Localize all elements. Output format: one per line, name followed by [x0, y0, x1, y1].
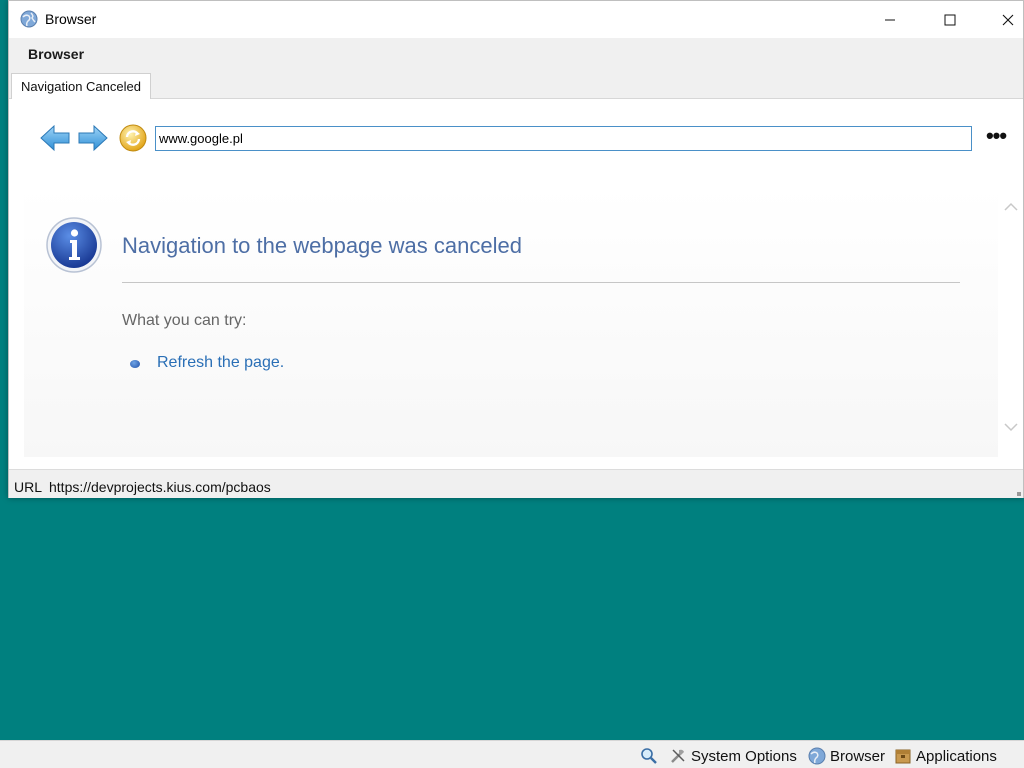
- tools-icon: [671, 749, 685, 763]
- chevron-up-icon[interactable]: [1003, 199, 1019, 215]
- taskbar-system-options-label: System Options: [691, 747, 797, 765]
- tab-navigation-canceled[interactable]: Navigation Canceled: [11, 73, 151, 100]
- refresh-icon: [119, 124, 147, 152]
- taskbar: System Options Browser Applications: [0, 740, 1024, 768]
- app-header: Browser: [9, 38, 1023, 70]
- taskbar-applications[interactable]: Applications: [894, 746, 997, 766]
- taskbar-search[interactable]: [640, 746, 662, 766]
- more-options-button[interactable]: •••: [979, 125, 1013, 151]
- minimize-icon: [885, 19, 895, 20]
- arrow-right-icon: [78, 124, 108, 152]
- navigation-toolbar: •••: [9, 99, 1023, 181]
- browser-window: Browser Browser Navigation Canceled www.…: [8, 0, 1024, 498]
- refresh-page-link[interactable]: Refresh the page.: [157, 354, 284, 372]
- resize-grip[interactable]: [1017, 492, 1021, 496]
- chevron-down-icon[interactable]: [1003, 419, 1019, 435]
- tab-strip: Navigation Canceled: [9, 70, 1023, 100]
- taskbar-browser-label: Browser: [830, 747, 886, 765]
- arrow-left-icon: [40, 124, 70, 152]
- close-button[interactable]: [985, 1, 1024, 38]
- error-page: Navigation to the webpage was canceled W…: [24, 187, 998, 457]
- app-title: Browser: [28, 46, 85, 62]
- back-button[interactable]: [39, 122, 71, 154]
- search-icon: [641, 748, 657, 764]
- forward-button[interactable]: [77, 122, 109, 154]
- browser-content: ••• Navigation to the webpage was cancel…: [9, 99, 1023, 465]
- refresh-button[interactable]: [117, 122, 149, 154]
- status-bar: URL https://devprojects.kius.com/pcbaos: [9, 469, 1023, 498]
- minimize-button[interactable]: [867, 1, 913, 38]
- maximize-icon: [944, 14, 956, 25]
- taskbar-system-options[interactable]: System Options: [669, 746, 797, 766]
- globe-icon: [20, 10, 38, 28]
- suggestions-heading: What you can try:: [122, 312, 247, 329]
- window-title: Browser: [45, 11, 97, 27]
- taskbar-applications-label: Applications: [916, 747, 997, 765]
- title-bar[interactable]: Browser: [9, 1, 1023, 38]
- info-icon: [46, 217, 102, 273]
- close-icon: [1002, 14, 1014, 25]
- error-title: Navigation to the webpage was canceled: [122, 233, 522, 258]
- status-url-value: https://devprojects.kius.com/pcbaos: [49, 479, 271, 495]
- globe-icon: [808, 747, 826, 765]
- status-url-label: URL: [14, 479, 43, 495]
- bullet-icon: [130, 360, 140, 368]
- maximize-button[interactable]: [927, 1, 973, 38]
- box-icon: [895, 749, 911, 764]
- vertical-scrollbar[interactable]: [1000, 187, 1022, 457]
- address-input[interactable]: [155, 126, 972, 151]
- taskbar-browser[interactable]: Browser: [808, 746, 885, 766]
- divider: [122, 282, 960, 283]
